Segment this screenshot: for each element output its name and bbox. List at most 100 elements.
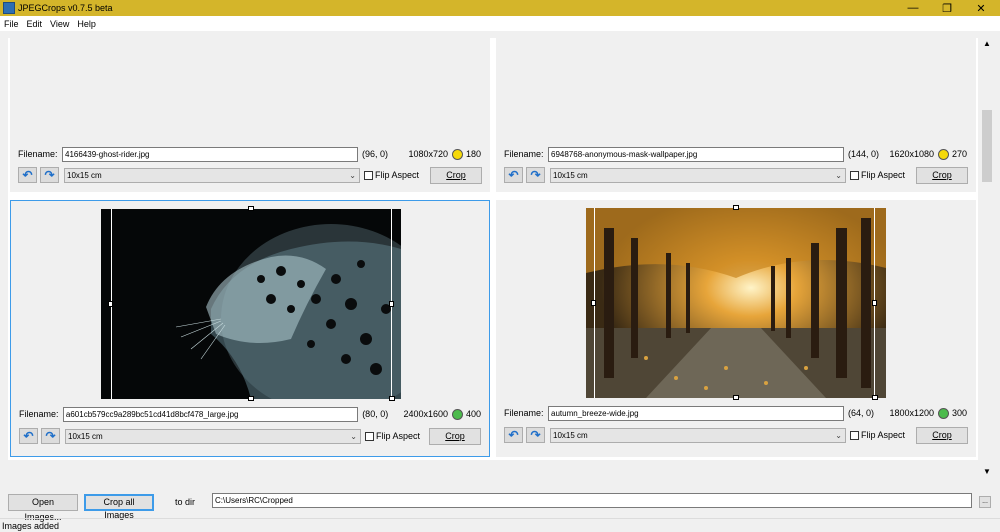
size-select[interactable]: 10x15 cm ⌄ [65,428,361,444]
menu-bar: File Edit View Help [0,16,1000,31]
dimensions-text: 1080x720 [408,149,448,159]
browse-button[interactable]: ... [979,496,991,508]
quality-text: 180 [466,149,482,159]
status-text: Images added [2,520,60,531]
image-panel-3[interactable]: Filename: a601cb579cc9a289bc51cd41d8bcf4… [10,200,490,457]
size-select[interactable]: 10x15 cm ⌄ [550,167,846,183]
image-list: Filename: 4166439-ghost-rider.jpg (96, 0… [8,38,978,460]
rotate-left-button[interactable]: ↶ [19,428,38,444]
dimensions-text: 2400x1600 [403,409,448,419]
offset-text: (144, 0) [848,149,880,159]
flip-aspect-label: Flip Aspect [375,170,420,180]
filename-field[interactable]: autumn_breeze-wide.jpg [548,405,844,421]
quality-indicator [938,407,949,419]
scrollbar-thumb[interactable] [982,110,992,182]
rotate-right-button[interactable]: ↷ [526,427,545,443]
controls-row: ↶ ↷ 10x15 cm ⌄ Flip Aspect Crop [18,166,482,184]
flip-aspect-checkbox[interactable] [850,170,859,180]
open-images-area: Open Images... [8,493,78,522]
chevron-down-icon: ⌄ [835,430,842,440]
open-images-button[interactable]: Open Images... [8,493,78,522]
crop-handle-corner[interactable] [389,396,395,401]
to-dir-label: to dir [175,497,196,507]
filename-row: Filename: 6948768-anonymous-mask-wallpap… [504,145,968,163]
filename-field[interactable]: 6948768-anonymous-mask-wallpaper.jpg [548,146,844,162]
crop-button[interactable]: Crop [916,426,968,444]
quality-text: 400 [465,409,481,419]
controls-row: ↶ ↷ 10x15 cm ⌄ Flip Aspect Crop [504,426,968,444]
image-preview [586,205,886,400]
quality-text: 300 [952,408,968,418]
offset-text: (96, 0) [362,149,389,159]
filename-row: Filename: a601cb579cc9a289bc51cd41d8bcf4… [19,405,481,423]
quality-text: 270 [952,149,968,159]
rotate-left-button[interactable]: ↶ [504,427,523,443]
size-select[interactable]: 10x15 cm ⌄ [550,427,846,443]
menu-help[interactable]: Help [77,19,96,29]
chevron-down-icon: ⌄ [350,431,357,441]
crop-handle-top[interactable] [733,205,739,210]
title-bar: JPEGCrops v0.7.5 beta — ❐ ✕ [0,0,1000,16]
scroll-down-icon[interactable]: ▼ [980,466,994,478]
minimize-button[interactable]: — [896,0,930,16]
filename-label: Filename: [504,149,544,159]
crop-handle-corner[interactable] [872,395,878,400]
rotate-right-button[interactable]: ↷ [40,167,59,183]
maximize-button[interactable]: ❐ [930,0,964,16]
size-select-value: 10x15 cm [553,430,588,440]
crop-handle-bottom[interactable] [248,396,254,401]
rotate-left-button[interactable]: ↶ [18,167,37,183]
crop-handle-right[interactable] [872,300,877,306]
crop-handle-left[interactable] [591,300,596,306]
menu-edit[interactable]: Edit [27,19,43,29]
size-select-value: 10x15 cm [67,170,102,180]
controls-row: ↶ ↷ 10x15 cm ⌄ Flip Aspect Crop [19,427,481,445]
scroll-up-icon[interactable]: ▲ [980,38,994,50]
chevron-down-icon: ⌄ [835,170,842,180]
rotate-right-button[interactable]: ↷ [526,167,545,183]
leopard-image [101,209,441,414]
menu-file[interactable]: File [4,19,19,29]
filename-field[interactable]: 4166439-ghost-rider.jpg [62,146,358,162]
flip-aspect-label: Flip Aspect [376,431,421,441]
crop-handle-right[interactable] [389,301,394,307]
crop-handle-left[interactable] [108,301,113,307]
app-icon [3,2,15,14]
crop-button[interactable]: Crop [916,166,968,184]
size-select[interactable]: 10x15 cm ⌄ [64,167,360,183]
crop-button[interactable]: Crop [430,166,482,184]
autumn-image [586,208,886,398]
flip-aspect-label: Flip Aspect [861,430,906,440]
flip-aspect-checkbox[interactable] [850,430,859,440]
filename-row: Filename: autumn_breeze-wide.jpg (64, 0)… [504,404,968,422]
rotate-left-button[interactable]: ↶ [504,167,523,183]
image-panel-1[interactable]: Filename: 4166439-ghost-rider.jpg (96, 0… [10,38,490,192]
window-title: JPEGCrops v0.7.5 beta [18,3,113,13]
image-panel-2[interactable]: Filename: 6948768-anonymous-mask-wallpap… [496,38,976,192]
rotate-right-button[interactable]: ↷ [41,428,60,444]
crop-all-button[interactable]: Crop all Images [84,493,154,520]
crop-handle-top[interactable] [248,206,254,211]
dimensions-text: 1620x1080 [889,149,934,159]
close-button[interactable]: ✕ [964,0,998,16]
filename-row: Filename: 4166439-ghost-rider.jpg (96, 0… [18,145,482,163]
quality-indicator [938,148,949,160]
crop-button[interactable]: Crop [429,427,481,445]
image-panel-4[interactable]: Filename: autumn_breeze-wide.jpg (64, 0)… [496,200,976,457]
filename-field[interactable]: a601cb579cc9a289bc51cd41d8bcf478_large.j… [62,406,359,422]
quality-indicator [451,408,463,420]
size-select-value: 10x15 cm [553,170,588,180]
filename-label: Filename: [18,149,58,159]
image-preview [101,206,441,414]
vertical-scrollbar[interactable]: ▲ ▼ [980,38,994,478]
offset-text: (64, 0) [848,408,875,418]
flip-aspect-checkbox[interactable] [365,431,374,441]
offset-text: (80, 0) [362,409,389,419]
size-select-value: 10x15 cm [68,431,103,441]
output-dir-input[interactable]: C:\Users\RC\Cropped [212,493,972,508]
controls-row: ↶ ↷ 10x15 cm ⌄ Flip Aspect Crop [504,166,968,184]
menu-view[interactable]: View [50,19,69,29]
crop-handle-bottom[interactable] [733,395,739,400]
quality-indicator [452,148,463,160]
flip-aspect-checkbox[interactable] [364,170,373,180]
